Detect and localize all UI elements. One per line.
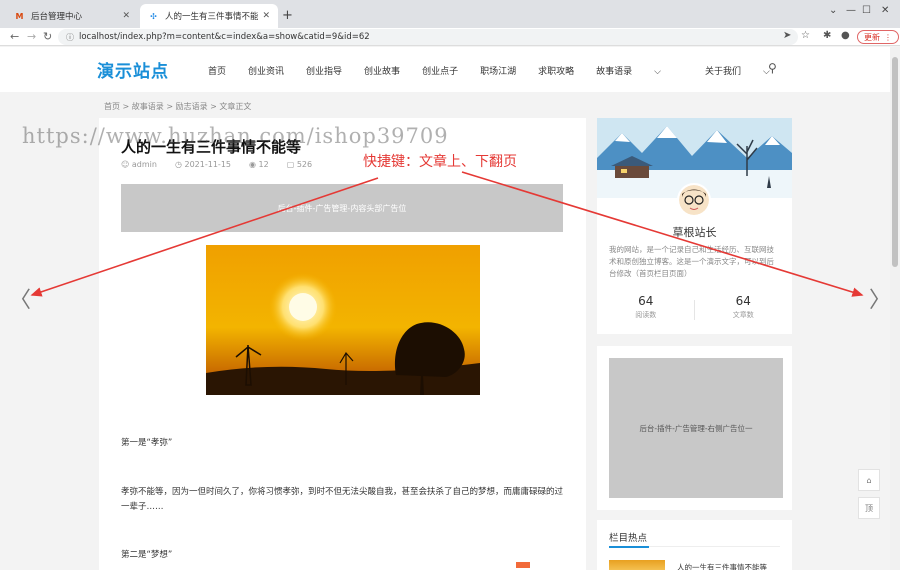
send-icon[interactable]: ➤ <box>783 30 791 41</box>
publish-date: ◷ 2021-11-15 <box>174 160 231 169</box>
clock-icon: ◷ <box>174 160 185 169</box>
author-description: 我的网站，是一个记录自己和生活经历、互联网技术和原创独立博客。这是一个演示文字，… <box>609 245 774 278</box>
nav-item[interactable]: 创业指导 <box>306 64 342 77</box>
chevron-down-icon[interactable]: ⌄ <box>829 5 837 16</box>
new-tab-button[interactable]: + <box>282 8 293 23</box>
home-icon: ⌂ <box>866 475 872 485</box>
minimize-icon[interactable]: — <box>846 5 856 16</box>
back-icon[interactable]: ← <box>10 30 19 43</box>
author: ☺ admin <box>121 160 157 169</box>
forward-icon[interactable]: → <box>27 30 36 43</box>
comment-icon: ▢ <box>286 160 297 169</box>
url-text: localhost/index.php?m=content&c=index&a=… <box>79 32 370 42</box>
info-icon[interactable]: ⓘ <box>66 32 74 43</box>
prev-page-chevron-icon[interactable]: 〈 <box>9 282 31 314</box>
tab-close-icon[interactable]: ✕ <box>262 11 270 21</box>
hot-item-thumbnail[interactable] <box>609 560 665 570</box>
tab-close-icon[interactable]: ✕ <box>122 11 130 21</box>
site-logo[interactable]: 演示站点 <box>97 57 169 82</box>
nav-item[interactable]: 创业资讯 <box>248 64 284 77</box>
address-toolbar: ← → ↻ ⓘ localhost/index.php?m=content&c=… <box>0 28 900 46</box>
chevron-down-icon: ⌵ <box>654 67 661 77</box>
avatar[interactable] <box>677 183 711 217</box>
content-header-ad[interactable]: 后台-插件-广告管理-内容头部广告位 <box>121 184 563 232</box>
nav-item-active[interactable]: 故事语录 ⌵ <box>596 64 683 77</box>
tab-title: 后台管理中心 <box>31 12 83 22</box>
sidebar-ad[interactable]: 后台-插件-广告管理-右侧广告位一 <box>609 358 783 498</box>
paragraph: 第二是“梦想” <box>121 550 173 560</box>
paragraph: 孝弥不能等，因为一但时间久了，你将习惯孝弥，到时不但无法尖酸自我，甚至会扶杀了自… <box>121 487 564 512</box>
breadcrumb[interactable]: 首页 > 故事语录 > 励志语录 > 文章正文 <box>104 101 251 112</box>
url-input[interactable]: ⓘ localhost/index.php?m=content&c=index&… <box>58 29 798 45</box>
hot-articles-card: 栏目热点 人的一生有三件事情不能等 <box>597 520 792 570</box>
browser-tab-bar: M 后台管理中心 ✕ ✣ 人的一生有三件事情不能等 - 故… ✕ + ⌄ — ☐… <box>0 0 900 28</box>
tab-favicon-icon: ✣ <box>150 11 157 21</box>
search-icon[interactable]: ⚲ <box>768 61 777 75</box>
nav-item[interactable]: 创业故事 <box>364 64 400 77</box>
home-float-button[interactable]: ⌂ <box>858 469 880 491</box>
nav-item[interactable]: 关于我们 ⌵ <box>705 64 792 77</box>
nav-item[interactable]: 求职攻略 <box>538 64 574 77</box>
scrollbar-thumb[interactable] <box>892 57 898 267</box>
tab-favicon-icon: M <box>15 11 24 21</box>
window-close-icon[interactable]: ✕ <box>881 5 889 16</box>
more-menu-icon[interactable]: ⋮ <box>884 33 892 42</box>
tab-article[interactable]: ✣ 人的一生有三件事情不能等 - 故… ✕ <box>140 4 278 28</box>
paragraph: 第一是“孝弥” <box>121 438 173 448</box>
hot-item-title[interactable]: 人的一生有三件事情不能等 <box>677 562 767 570</box>
page-scrollbar[interactable] <box>890 47 900 570</box>
bookmark-star-icon[interactable]: ☆ <box>801 30 810 41</box>
profile-icon[interactable]: ● <box>841 30 850 41</box>
user-icon: ☺ <box>121 160 132 169</box>
extensions-icon[interactable]: ✱ <box>823 30 831 41</box>
sidebar-ad-card: 后台-插件-广告管理-右侧广告位一 <box>597 346 792 510</box>
divider <box>694 300 695 320</box>
section-title: 栏目热点 <box>609 533 648 544</box>
update-button[interactable]: 更新 ⋮ <box>857 30 899 44</box>
article-card: 人的一生有三件事情不能等 ☺ admin ◷ 2021-11-15 ◉ 12 ▢… <box>99 118 586 570</box>
divider-accent <box>609 546 649 548</box>
next-page-chevron-icon[interactable]: 〉 <box>869 282 891 314</box>
nav-item[interactable]: 创业点子 <box>422 64 458 77</box>
nav-item[interactable]: 首页 <box>208 64 226 77</box>
reload-icon[interactable]: ↻ <box>43 30 52 43</box>
author-profile-card: 草根站长 我的网站，是一个记录自己和生活经历、互联网技术和原创独立博客。这是一个… <box>597 118 792 334</box>
sunset-image <box>206 245 480 395</box>
site-header: 演示站点 首页 创业资讯 创业指导 创业故事 创业点子 职场江湖 求职攻略 故事… <box>0 47 890 92</box>
maximize-icon[interactable]: ☐ <box>862 5 871 16</box>
watermark-text: https://www.huzhan.com/ishop39709 <box>22 124 449 148</box>
author-name: 草根站长 <box>672 226 717 239</box>
article-meta: ☺ admin ◷ 2021-11-15 ◉ 12 ▢ 526 <box>121 160 312 169</box>
stat-articles: 64 文章数 <box>732 294 754 319</box>
shortcut-hint: 快捷键：文章上、下翻页 <box>363 154 517 170</box>
top-float-button[interactable]: 顶 <box>858 497 880 519</box>
view-count: ◉ 12 <box>249 160 269 169</box>
floating-widget-fragment[interactable] <box>516 562 530 568</box>
eye-icon: ◉ <box>249 160 259 169</box>
main-nav: 首页 创业资讯 创业指导 创业故事 创业点子 职场江湖 求职攻略 故事语录 ⌵ 关… <box>208 64 814 77</box>
stat-read: 64 阅读数 <box>635 294 657 319</box>
tab-title: 人的一生有三件事情不能等 - 故… <box>165 12 259 22</box>
comment-count: ▢ 526 <box>286 160 313 169</box>
tab-admin-center[interactable]: M 后台管理中心 ✕ <box>6 4 138 28</box>
nav-item[interactable]: 职场江湖 <box>480 64 516 77</box>
